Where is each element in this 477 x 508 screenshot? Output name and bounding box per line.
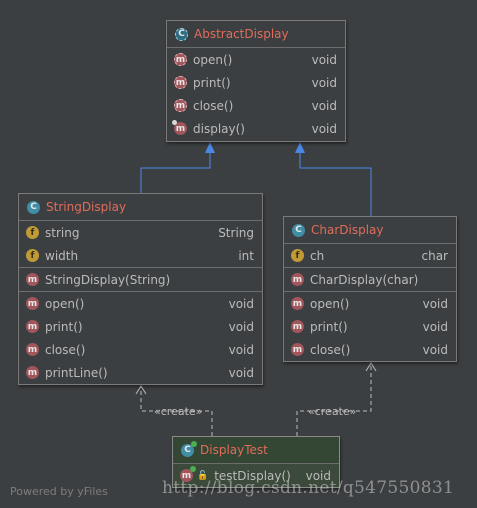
- watermark: http://blog.csdn.net/q547550831: [162, 478, 455, 498]
- run-marker-icon: [191, 440, 197, 447]
- class-title: CharDisplay: [311, 223, 384, 237]
- method-row[interactable]: m printLine() void: [19, 361, 262, 384]
- test-class-icon: C: [181, 440, 197, 457]
- method-icon: m: [291, 297, 304, 310]
- method-row[interactable]: m display() void: [167, 117, 345, 140]
- field-row[interactable]: f ch char: [284, 244, 456, 267]
- class-header[interactable]: C DisplayTest: [173, 437, 339, 464]
- method-icon: m: [172, 120, 187, 135]
- modifier-dot-icon: [172, 120, 177, 125]
- field-name: string: [45, 225, 80, 240]
- field-name: ch: [310, 248, 325, 263]
- field-row[interactable]: f string String: [19, 221, 262, 244]
- create-label-left: «create»: [154, 405, 202, 418]
- method-name: open(): [193, 52, 233, 67]
- method-name: print(): [193, 75, 231, 90]
- inheritance-arrowhead-stringdisplay: [205, 142, 215, 153]
- inheritance-edge-stringdisplay: [140, 152, 211, 193]
- method-row[interactable]: m close() void: [19, 338, 262, 361]
- method-row[interactable]: m open() void: [284, 292, 456, 315]
- fields-section: f ch char: [284, 244, 456, 268]
- method-type: void: [228, 319, 254, 334]
- method-name: close(): [193, 98, 234, 113]
- field-type: String: [218, 225, 254, 240]
- method-row[interactable]: m open() void: [167, 48, 345, 71]
- create-label-right: «create»: [308, 405, 356, 418]
- method-icon: m: [291, 343, 304, 356]
- abstract-method-icon: m: [174, 53, 187, 66]
- abstract-class-icon: C: [175, 27, 188, 41]
- method-name: close(): [310, 342, 351, 357]
- inheritance-edge-chardisplay: [299, 152, 372, 216]
- method-type: void: [422, 342, 448, 357]
- method-icon: m: [291, 320, 304, 333]
- class-title: AbstractDisplay: [194, 27, 289, 41]
- method-row[interactable]: m print() void: [284, 315, 456, 338]
- method-row[interactable]: m print() void: [19, 315, 262, 338]
- methods-section: m open() void m print() void m close() v…: [284, 292, 456, 361]
- method-name: display(): [193, 121, 245, 136]
- method-name: open(): [45, 296, 85, 311]
- class-title: DisplayTest: [200, 443, 268, 457]
- method-row[interactable]: m close() void: [284, 338, 456, 361]
- method-type: void: [228, 296, 254, 311]
- method-type: void: [311, 75, 337, 90]
- class-icon: C: [27, 200, 40, 214]
- constructor-row[interactable]: m CharDisplay(char): [284, 268, 456, 291]
- constructor-name: StringDisplay(String): [45, 272, 171, 287]
- create-edge-chardisplay: [296, 363, 372, 436]
- class-header[interactable]: C StringDisplay: [19, 194, 262, 221]
- field-type: int: [238, 248, 254, 263]
- class-title: StringDisplay: [46, 200, 127, 214]
- class-node-chardisplay[interactable]: C CharDisplay f ch char m CharDisplay(ch…: [283, 216, 457, 362]
- method-type: void: [228, 365, 254, 380]
- constructors-section: m StringDisplay(String): [19, 268, 262, 292]
- method-name: open(): [310, 296, 350, 311]
- run-marker-icon: [190, 466, 196, 472]
- method-icon: m: [26, 273, 39, 286]
- class-node-abstractdisplay[interactable]: C AbstractDisplay m open() void m print(…: [166, 20, 346, 142]
- field-icon: f: [26, 226, 39, 239]
- abstract-method-icon: m: [174, 99, 187, 112]
- methods-section: m open() void m print() void m close() v…: [167, 48, 345, 140]
- method-name: print(): [310, 319, 348, 334]
- fields-section: f string String f width int: [19, 221, 262, 268]
- field-icon: f: [291, 249, 304, 262]
- method-type: void: [311, 98, 337, 113]
- method-type: void: [228, 342, 254, 357]
- field-row[interactable]: f width int: [19, 244, 262, 267]
- abstract-method-icon: m: [174, 76, 187, 89]
- methods-section: m open() void m print() void m close() v…: [19, 292, 262, 384]
- method-icon: m: [26, 366, 39, 379]
- field-icon: f: [26, 249, 39, 262]
- class-header[interactable]: C CharDisplay: [284, 217, 456, 244]
- method-name: close(): [45, 342, 86, 357]
- field-type: char: [421, 248, 449, 263]
- constructor-row[interactable]: m StringDisplay(String): [19, 268, 262, 291]
- method-row[interactable]: m open() void: [19, 292, 262, 315]
- method-icon: m: [26, 320, 39, 333]
- class-node-stringdisplay[interactable]: C StringDisplay f string String f width …: [18, 193, 263, 385]
- constructor-name: CharDisplay(char): [310, 272, 419, 287]
- method-icon: m: [26, 343, 39, 356]
- field-name: width: [45, 248, 79, 263]
- method-type: void: [422, 296, 448, 311]
- class-header[interactable]: C AbstractDisplay: [167, 21, 345, 48]
- method-type: void: [311, 121, 337, 136]
- class-icon: C: [292, 223, 305, 237]
- method-icon: m: [26, 297, 39, 310]
- method-row[interactable]: m print() void: [167, 71, 345, 94]
- powered-by-label: Powered by yFiles: [10, 485, 108, 498]
- inheritance-arrowhead-chardisplay: [295, 142, 305, 153]
- method-name: printLine(): [45, 365, 108, 380]
- method-row[interactable]: m close() void: [167, 94, 345, 117]
- method-type: void: [311, 52, 337, 67]
- method-type: void: [422, 319, 448, 334]
- constructors-section: m CharDisplay(char): [284, 268, 456, 292]
- method-name: print(): [45, 319, 83, 334]
- method-icon: m: [291, 273, 304, 286]
